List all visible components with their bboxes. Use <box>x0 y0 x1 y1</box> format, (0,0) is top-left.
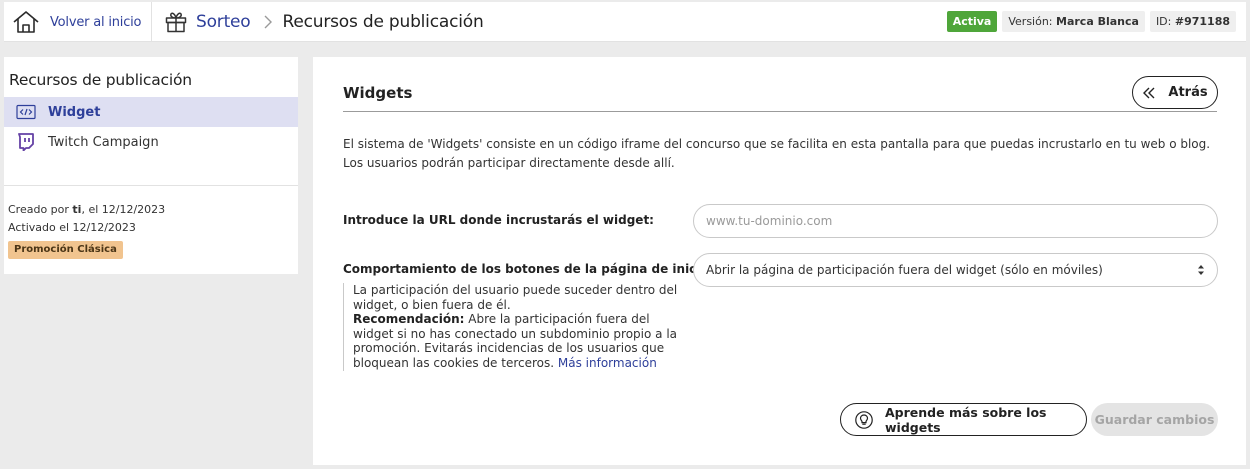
version-prefix: Versión: <box>1008 15 1057 28</box>
back-label: Atrás <box>1168 85 1208 100</box>
section-title: Widgets <box>343 84 413 102</box>
sidebar-divider <box>4 185 298 186</box>
page-title: Recursos de publicación <box>282 12 484 32</box>
sidebar-item-label: Widget <box>48 104 101 120</box>
gift-icon <box>164 10 188 34</box>
version-value: Marca Blanca <box>1056 15 1139 28</box>
sidebar-item-twitch[interactable]: Twitch Campaign <box>4 127 298 157</box>
back-button[interactable]: Atrás <box>1132 76 1218 109</box>
version-tag: Versión: Marca Blanca <box>1002 11 1145 32</box>
code-icon <box>16 104 36 120</box>
id-tag: ID: #971188 <box>1149 11 1236 32</box>
lightbulb-icon <box>855 410 873 429</box>
id-prefix: ID: <box>1155 15 1175 28</box>
breadcrumb: Sorteo Recursos de publicación <box>164 2 484 42</box>
behavior-help-text: La participación del usuario puede suced… <box>343 283 693 371</box>
learn-widgets-label: Aprende más sobre los widgets <box>885 404 1047 435</box>
home-button[interactable]: Volver al inicio <box>4 2 152 42</box>
activated-info: Activado el 12/12/2023 <box>8 221 136 234</box>
url-input[interactable] <box>693 204 1218 238</box>
save-button[interactable]: Guardar cambios <box>1091 403 1218 436</box>
home-icon <box>12 10 40 34</box>
twitch-icon <box>16 133 36 151</box>
more-info-link[interactable]: Más información <box>558 356 657 370</box>
recommendation-label: Recomendación: <box>353 312 465 327</box>
intro-line-2: Los usuarios podrán participar directame… <box>343 155 675 170</box>
sidebar-title: Recursos de publicación <box>9 71 192 89</box>
help-text: La participación del usuario puede suced… <box>353 283 678 312</box>
id-value: #971188 <box>1174 15 1230 28</box>
created-info: Creado por ti, el 12/12/2023 <box>8 203 165 216</box>
learn-widgets-button[interactable]: Aprende más sobre los widgets <box>840 403 1087 436</box>
breadcrumb-separator-icon <box>263 15 273 29</box>
breadcrumb-sorteo-label: Sorteo <box>196 12 251 32</box>
behavior-selected-value: Abrir la página de participación fuera d… <box>706 263 1103 277</box>
section-divider <box>343 111 1217 112</box>
breadcrumb-sorteo[interactable]: Sorteo <box>164 10 251 34</box>
main-panel: Widgets Atrás El sistema de 'Widgets' co… <box>313 57 1246 465</box>
promo-badge: Promoción Clásica <box>8 241 123 259</box>
behavior-select[interactable]: Abrir la página de participación fuera d… <box>693 253 1218 287</box>
select-arrows-icon <box>1197 264 1205 276</box>
status-area: Activa Versión: Marca Blanca ID: #971188 <box>946 11 1236 32</box>
status-badge: Activa <box>946 11 998 32</box>
created-suffix: , el 12/12/2023 <box>81 203 166 216</box>
created-prefix: Creado por <box>8 203 73 216</box>
double-chevron-left-icon <box>1142 86 1156 100</box>
url-field-label: Introduce la URL donde incrustarás el wi… <box>343 213 654 227</box>
intro-line-1: El sistema de 'Widgets' consiste en un c… <box>343 137 1211 151</box>
sidebar: Recursos de publicación Widget Twitch Ca… <box>4 57 298 274</box>
behavior-field-label: Comportamiento de los botones de la pági… <box>343 262 714 276</box>
sidebar-item-label: Twitch Campaign <box>48 134 159 150</box>
home-label: Volver al inicio <box>50 14 142 30</box>
top-bar: Volver al inicio Sorteo Recursos de publ… <box>4 2 1246 42</box>
intro-text: El sistema de 'Widgets' consiste en un c… <box>343 135 1223 172</box>
sidebar-item-widget[interactable]: Widget <box>4 97 298 127</box>
